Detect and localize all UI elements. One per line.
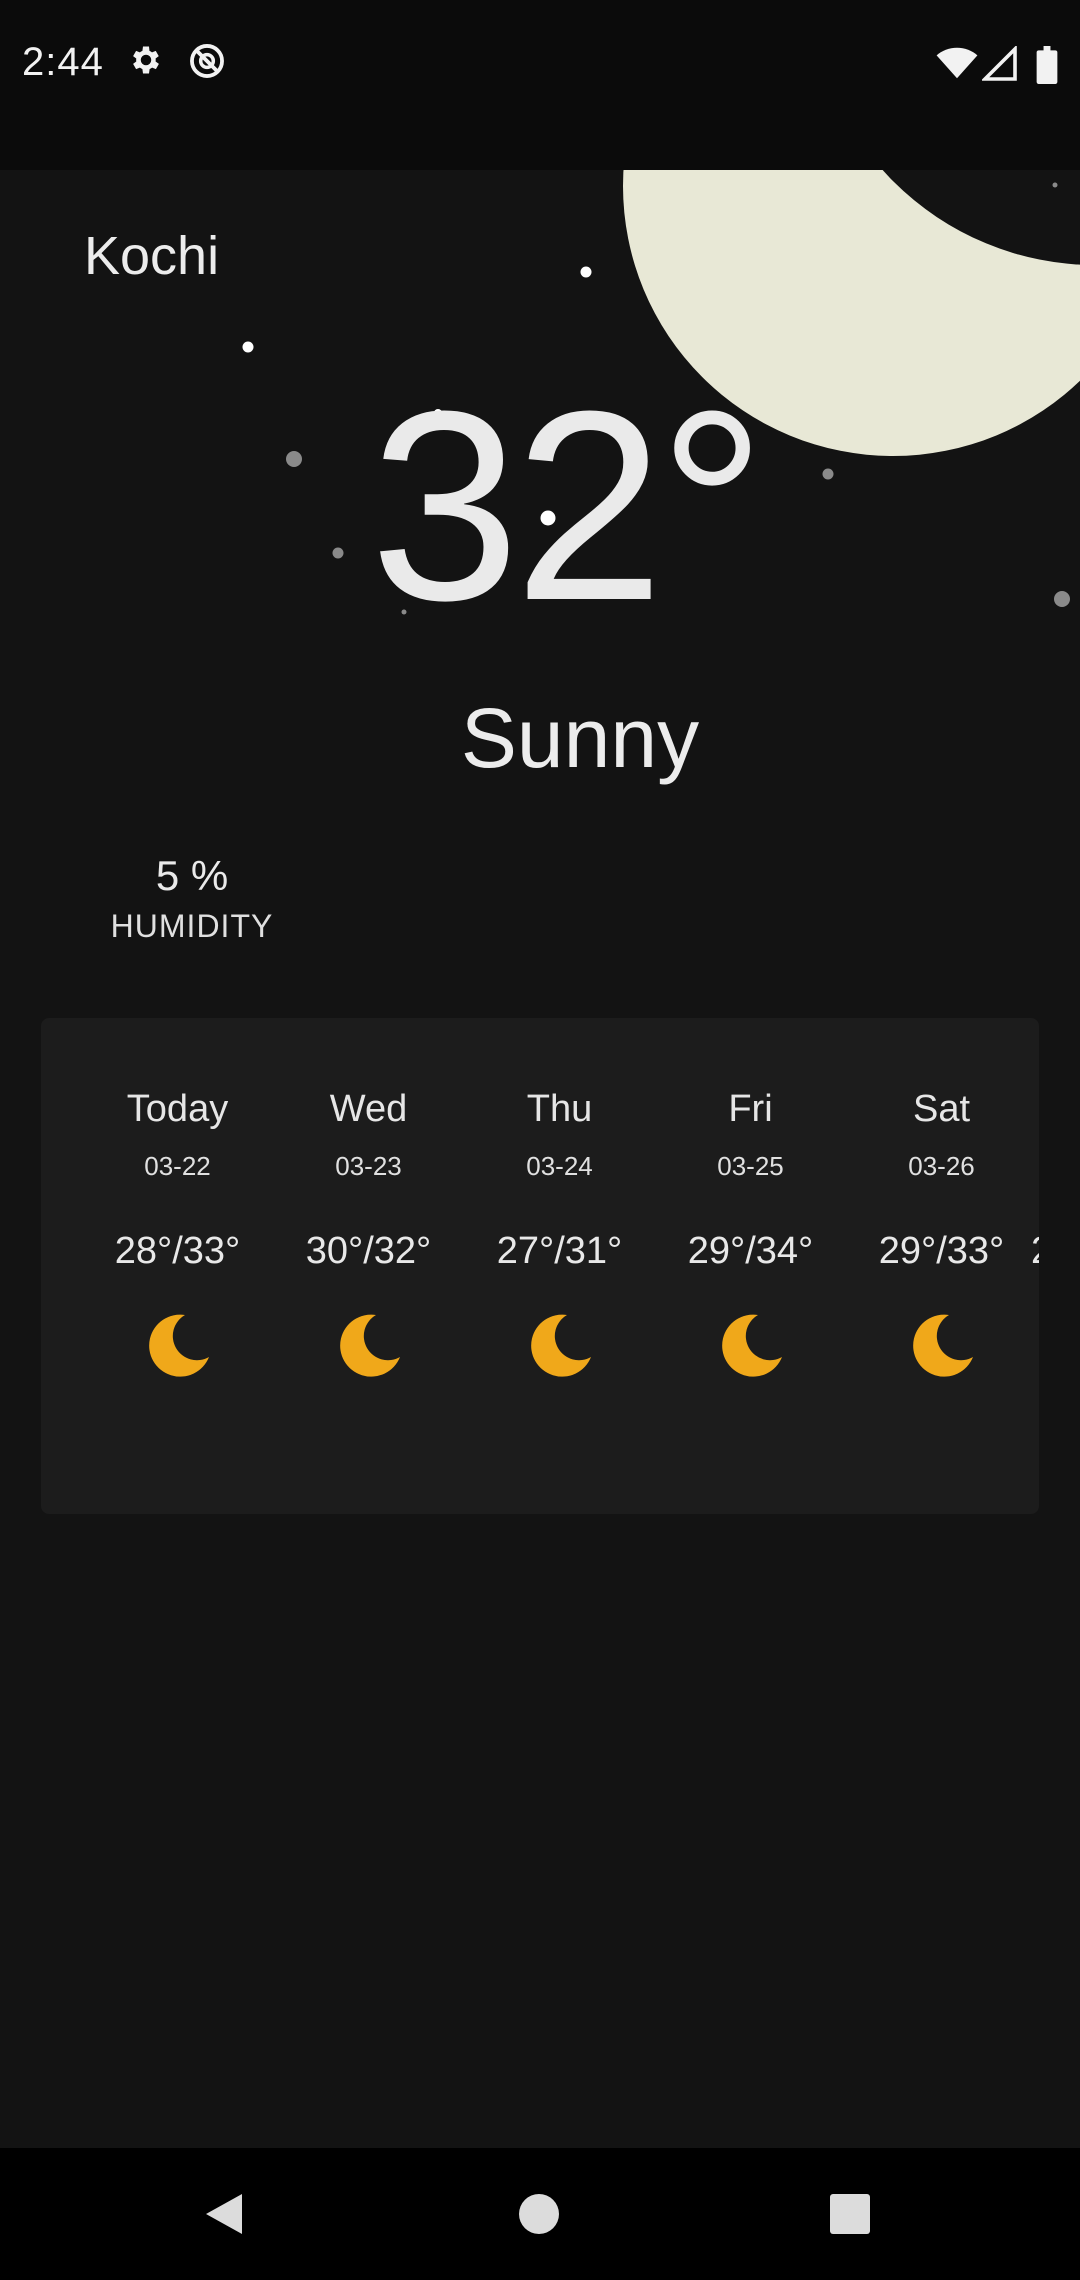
do-not-disturb-icon [190,44,224,78]
forecast-day-name: Fri [728,1088,773,1130]
forecast-day[interactable]: Wed 03-23 30°/32° [273,1018,464,1379]
forecast-day-name: Today [126,1088,229,1130]
forecast-temp-range: 2 [1031,1230,1039,1273]
forecast-date: 03-23 [335,1151,402,1181]
settings-gear-icon [133,46,159,74]
forecast-temp-range: 30°/32° [305,1230,432,1272]
forecast-date: 03-22 [144,1151,211,1181]
forecast-day-partial[interactable]: 2 [1031,1018,1039,1273]
weather-screen: 2:44 Kochi 32° Sunny 5 % HUMIDITY Today … [0,0,1080,2280]
battery-icon [1036,46,1058,84]
forecast-day[interactable]: Sat 03-26 29°/33° [846,1018,1037,1379]
navigation-bar [0,2148,1080,2280]
crescent-moon-icon [721,1314,782,1377]
forecast-date: 03-25 [717,1151,784,1181]
crescent-moon-icon [339,1314,400,1377]
forecast-date: 03-26 [908,1151,975,1181]
humidity-block: 5 % HUMIDITY [92,852,292,945]
humidity-label: HUMIDITY [110,908,274,944]
current-temperature: 32° [369,356,766,657]
forecast-date: 03-24 [526,1151,593,1181]
crescent-moon-icon [912,1314,973,1377]
forecast-temp-range: 29°/33° [878,1230,1005,1272]
back-icon[interactable] [200,2190,246,2238]
wifi-icon [936,47,978,79]
forecast-day-name: Wed [329,1088,408,1130]
recents-icon[interactable] [829,2193,871,2235]
forecast-temp-range: 27°/31° [496,1230,623,1272]
crescent-moon-icon [530,1314,591,1377]
city-name[interactable]: Kochi [84,225,219,287]
forecast-day-name: Sat [912,1088,971,1130]
forecast-temp-range: 28°/33° [114,1230,241,1272]
status-bar-content: 2:44 [0,0,1080,170]
status-time: 2:44 [22,40,104,84]
forecast-day[interactable]: Today 03-22 28°/33° [82,1018,273,1379]
weather-condition: Sunny [460,691,700,785]
crescent-moon-icon [148,1314,209,1377]
humidity-value: 5 % [155,852,229,899]
forecast-card[interactable]: Today 03-22 28°/33° Wed 03-23 30°/32° Th… [41,1018,1039,1514]
forecast-temp-range: 29°/34° [687,1230,814,1272]
forecast-day[interactable]: Fri 03-25 29°/34° [655,1018,846,1379]
cell-signal-icon [982,46,1017,81]
forecast-day[interactable]: Thu 03-24 27°/31° [464,1018,655,1379]
home-icon[interactable] [517,2192,561,2236]
forecast-day-name: Thu [526,1088,593,1130]
